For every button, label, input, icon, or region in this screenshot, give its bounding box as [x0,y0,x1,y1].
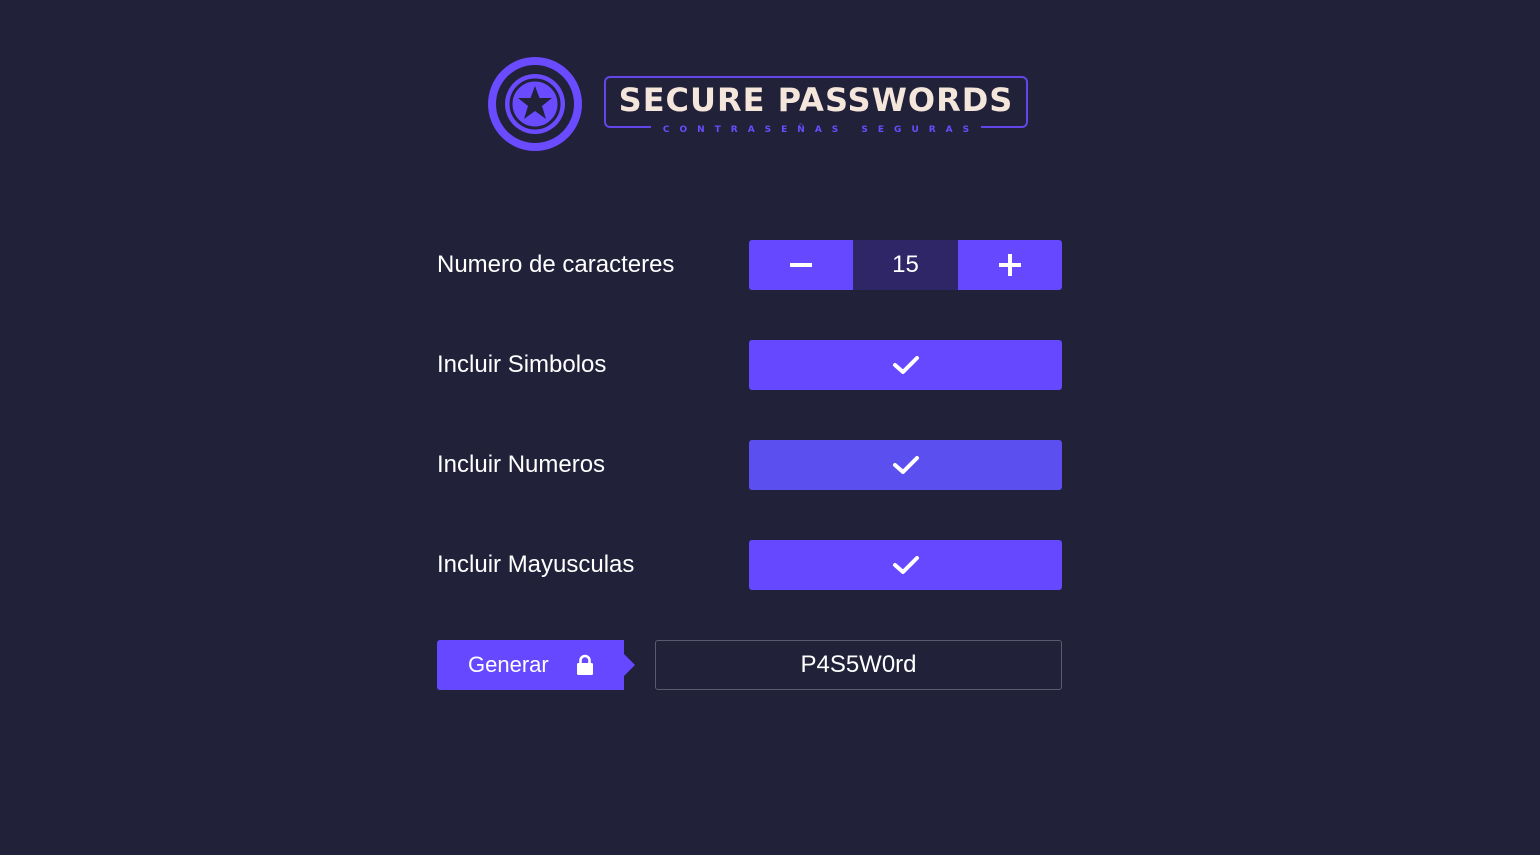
minus-icon [790,263,812,267]
symbols-label: Incluir Simbolos [437,351,607,378]
length-stepper: 15 [749,240,1062,290]
uppercase-label: Incluir Mayusculas [437,551,635,578]
length-value: 15 [853,240,958,290]
brand-subtitle: CONTRASEÑAS SEGURAS [606,125,1026,135]
plus-icon [999,254,1021,276]
brand-subtitle-text: CONTRASEÑAS SEGURAS [650,125,982,135]
symbols-toggle[interactable] [749,340,1062,390]
password-output[interactable]: P4S5W0rd [655,640,1062,690]
length-label: Numero de caracteres [437,251,675,278]
decrement-button[interactable] [749,240,853,290]
uppercase-toggle[interactable] [749,540,1062,590]
shield-star-icon [487,56,583,152]
check-icon [892,456,919,474]
brand-wordmark: SECURE PASSWORDS CONTRASEÑAS SEGURAS [604,76,1028,135]
generate-button[interactable]: Generar [437,640,635,690]
check-icon [892,556,919,574]
numbers-toggle[interactable] [749,440,1062,490]
generate-label: Generar [468,652,549,677]
numbers-label: Incluir Numeros [437,451,606,478]
increment-button[interactable] [958,240,1062,290]
lock-icon [577,654,593,675]
check-icon [892,356,919,374]
brand-title: SECURE PASSWORDS [618,81,1014,119]
